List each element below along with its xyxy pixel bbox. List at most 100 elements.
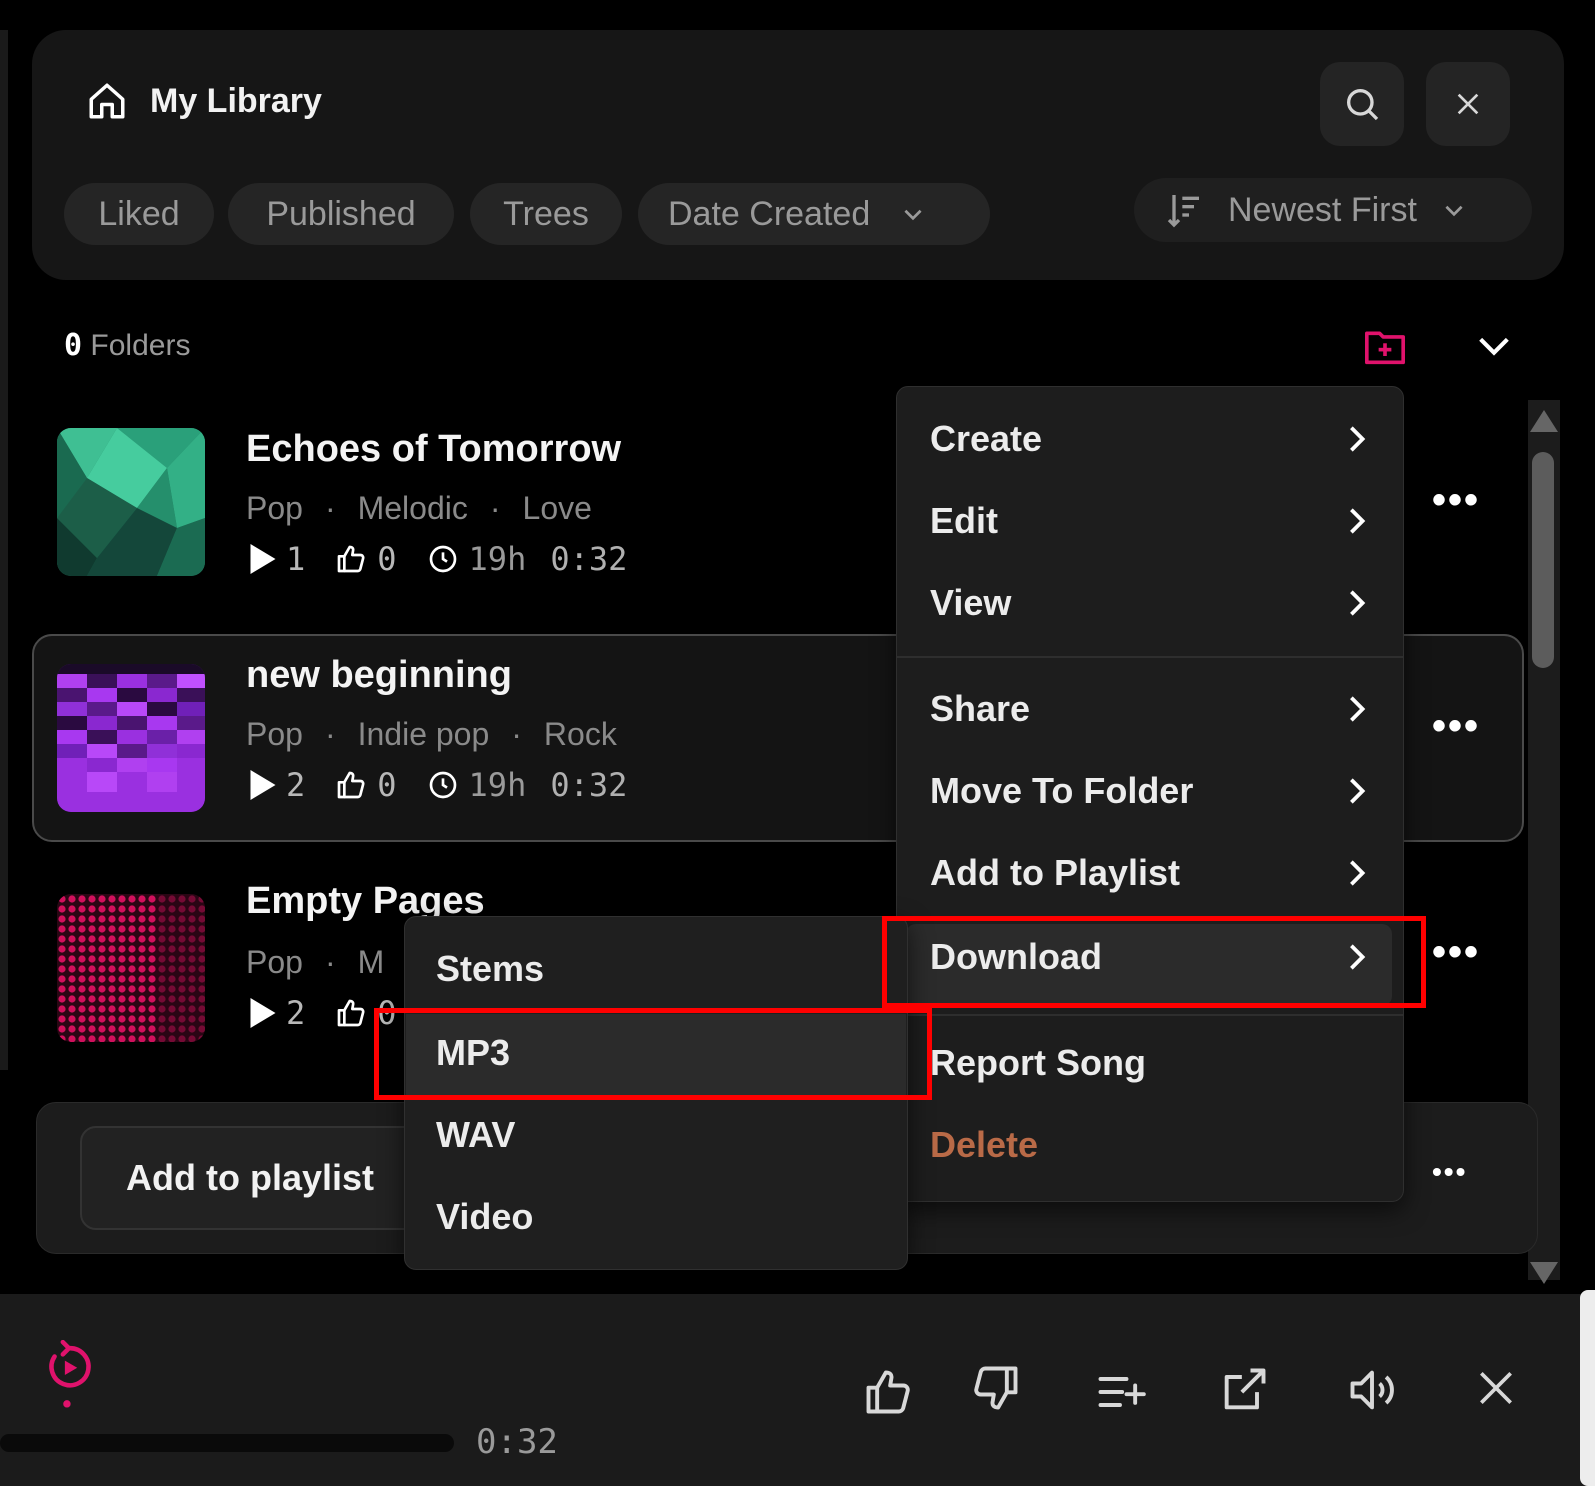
chevron-down-icon [1445,205,1463,217]
menu-item-label: Edit [930,500,998,541]
more-options-button[interactable]: ••• [1432,930,1480,975]
song-tag[interactable]: Rock [544,716,617,752]
menu-item-create[interactable]: Create [930,404,1370,474]
folders-count-label: Folders [90,329,191,362]
song-duration: 0:32 [550,766,628,804]
chevron-down-icon[interactable] [1474,326,1514,366]
menu-item-label: Move To Folder [930,770,1194,811]
more-options-button[interactable]: ••• [1432,704,1480,749]
search-button[interactable] [1320,62,1404,146]
progress-bar[interactable] [0,1434,454,1452]
menu-item-edit[interactable]: Edit [930,486,1370,556]
play-count: 1 [286,540,306,578]
song-cover [57,428,205,576]
clock-icon [429,545,456,573]
song-title[interactable]: new beginning [246,652,512,698]
repeat-icon[interactable] [44,1340,94,1410]
song-tag[interactable]: M [358,944,385,980]
like-count: 0 [377,766,397,804]
submenu-item-stems[interactable]: Stems [436,934,876,1004]
song-tags: Pop · Indie pop · Rock [246,716,617,752]
thumbs-up-icon[interactable] [862,1366,914,1418]
play-icon [250,544,276,574]
song-tag[interactable]: Indie pop [358,716,490,752]
song-age: 19h [468,540,527,578]
date-filter-label: Date Created [668,194,871,233]
chevron-right-icon [1350,778,1366,804]
menu-item-share[interactable]: Share [930,674,1370,744]
menu-item-delete[interactable]: Delete [930,1110,1370,1180]
more-options-button[interactable]: ••• [1432,1156,1467,1188]
song-cover [57,894,205,1042]
play-icon [250,770,276,800]
scroll-up-arrow[interactable] [1530,410,1558,432]
submenu-item-video[interactable]: Video [436,1182,876,1252]
left-edge [0,30,8,1070]
filter-liked[interactable]: Liked [64,183,214,245]
song-tag[interactable]: Pop [246,490,303,526]
scrollbar-thumb[interactable] [1532,452,1554,668]
song-tag[interactable]: Love [523,490,592,526]
add-to-queue-icon[interactable] [1094,1366,1146,1418]
sort-icon [1167,195,1199,228]
close-library-button[interactable] [1426,62,1510,146]
chevron-right-icon [1350,860,1366,886]
song-stats: 1 0 19h 0:32 [250,540,627,578]
home-icon [89,83,125,119]
page-title: My Library [150,82,322,120]
submenu-item-wav[interactable]: WAV [436,1100,876,1170]
menu-item-label: Delete [930,1124,1039,1165]
song-age: 19h [468,766,527,804]
filter-published[interactable]: Published [228,183,454,245]
menu-item-label: Create [930,418,1043,459]
song-title[interactable]: Echoes of Tomorrow [246,426,621,472]
song-stats: 2 0 19h 0:32 [250,766,627,804]
close-icon [1457,93,1479,115]
close-player-icon[interactable] [1474,1366,1518,1410]
menu-item-add-to-playlist[interactable]: Add to Playlist [930,838,1370,908]
scroll-down-arrow[interactable] [1530,1262,1558,1284]
highlight-download [882,916,1426,1008]
menu-item-report-song[interactable]: Report Song [930,1028,1370,1098]
search-icon [1347,89,1379,121]
menu-item-view[interactable]: View [930,568,1370,638]
sort-label: Newest First [1228,190,1417,229]
play-count: 2 [286,766,306,804]
thumbs-up-icon [337,545,365,573]
song-tag[interactable]: Melodic [358,490,468,526]
menu-item-move-to-folder[interactable]: Move To Folder [930,756,1370,826]
volume-icon[interactable] [1346,1364,1398,1416]
menu-item-label: Report Song [930,1042,1146,1083]
playback-time: 0:32 [476,1422,558,1462]
song-duration: 0:32 [550,540,628,578]
sort-dropdown[interactable]: Newest First [1134,178,1532,242]
chevron-right-icon [1350,426,1366,452]
date-filter-dropdown[interactable]: Date Created [638,183,990,245]
add-to-playlist-button[interactable]: Add to playlist [80,1126,420,1230]
folders-count: 0 Folders [64,326,190,366]
song-cover [57,664,205,812]
folders-count-number: 0 [64,328,83,363]
play-icon [250,998,276,1028]
song-tag[interactable]: Pop [246,944,303,980]
menu-item-label: Add to Playlist [930,852,1181,893]
share-external-icon[interactable] [1218,1364,1270,1416]
menu-divider [897,656,1403,658]
thumbs-down-icon[interactable] [970,1362,1022,1414]
menu-divider [897,1014,1403,1016]
menu-item-label: View [930,582,1012,623]
thumbs-up-icon [337,999,365,1027]
song-tag[interactable]: Pop [246,716,303,752]
more-options-button[interactable]: ••• [1432,478,1480,523]
highlight-mp3 [374,1008,932,1100]
chevron-right-icon [1350,590,1366,616]
chevron-down-icon [904,209,922,221]
like-count: 0 [377,540,397,578]
song-tags: Pop · Melodic · Love [246,490,592,526]
filter-trees[interactable]: Trees [470,183,622,245]
thumbs-up-icon [337,771,365,799]
menu-item-label: Share [930,688,1031,729]
new-folder-icon[interactable] [1363,326,1407,366]
play-count: 2 [286,994,306,1032]
clock-icon [429,771,456,799]
